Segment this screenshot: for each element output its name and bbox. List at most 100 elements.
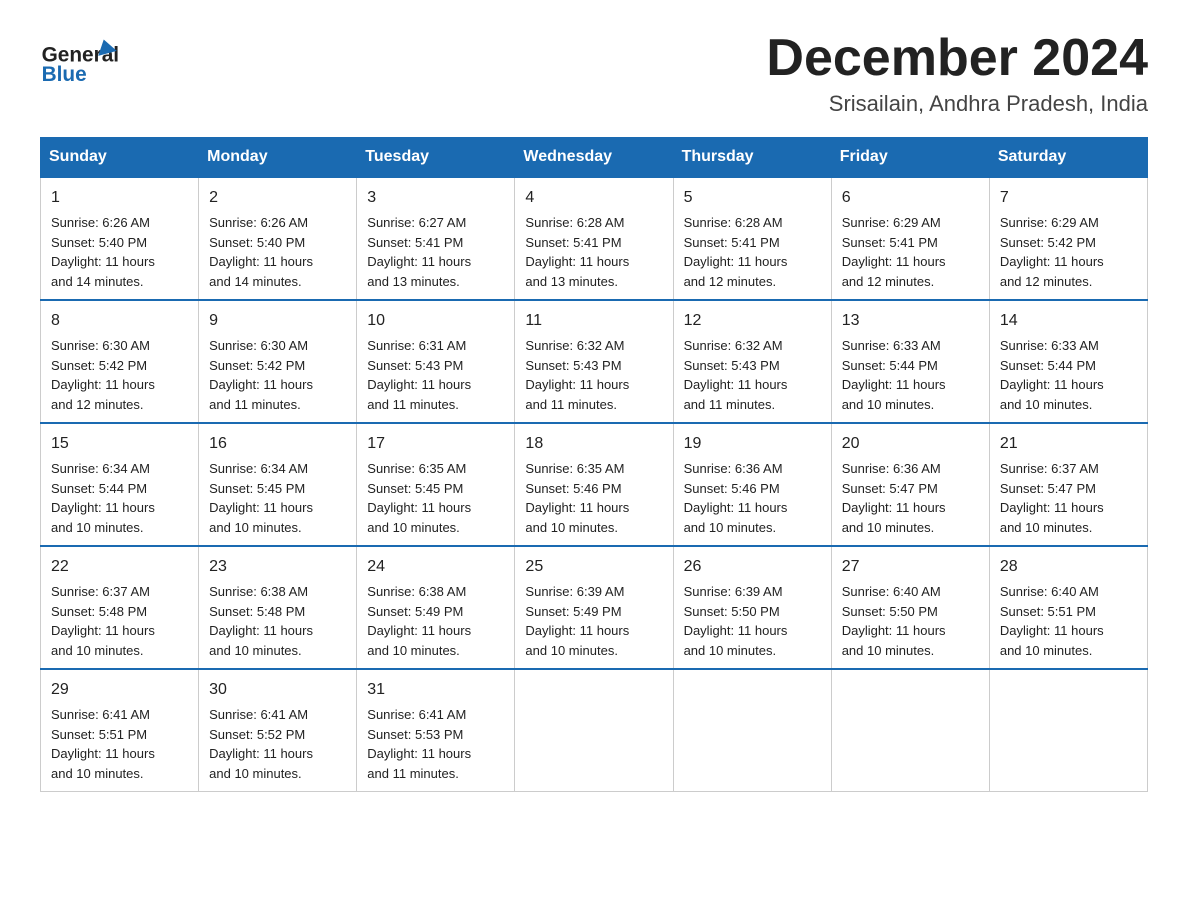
calendar-cell: 5 Sunrise: 6:28 AMSunset: 5:41 PMDaylight… xyxy=(673,177,831,300)
calendar-week-2: 8Sunrise: 6:30 AMSunset: 5:42 PMDaylight… xyxy=(41,300,1148,423)
calendar-cell: 10 Sunrise: 6:31 AMSunset: 5:43 PMDayligh… xyxy=(357,300,515,423)
month-title: December 2024 xyxy=(766,30,1148,87)
day-info: Sunrise: 6:41 AMSunset: 5:51 PMDaylight:… xyxy=(51,705,188,783)
svg-text:Blue: Blue xyxy=(42,63,87,86)
calendar-cell: 3 Sunrise: 6:27 AMSunset: 5:41 PMDaylight… xyxy=(357,177,515,300)
calendar-header-row: SundayMondayTuesdayWednesdayThursdayFrid… xyxy=(41,138,1148,178)
calendar-cell: 31 Sunrise: 6:41 AMSunset: 5:53 PMDayligh… xyxy=(357,669,515,792)
calendar-cell: 11Sunrise: 6:32 AMSunset: 5:43 PMDayligh… xyxy=(515,300,673,423)
calendar-cell: 13 Sunrise: 6:33 AMSunset: 5:44 PMDayligh… xyxy=(831,300,989,423)
calendar-cell: 26 Sunrise: 6:39 AMSunset: 5:50 PMDayligh… xyxy=(673,546,831,669)
day-number: 21 xyxy=(1000,432,1137,456)
calendar-cell xyxy=(831,669,989,792)
day-info: Sunrise: 6:39 AMSunset: 5:50 PMDaylight:… xyxy=(684,582,821,660)
day-info: Sunrise: 6:27 AMSunset: 5:41 PMDaylight:… xyxy=(367,213,504,291)
calendar-cell: 7Sunrise: 6:29 AMSunset: 5:42 PMDaylight… xyxy=(989,177,1147,300)
day-info: Sunrise: 6:30 AMSunset: 5:42 PMDaylight:… xyxy=(209,336,346,414)
day-number: 27 xyxy=(842,555,979,579)
calendar-cell: 17 Sunrise: 6:35 AMSunset: 5:45 PMDayligh… xyxy=(357,423,515,546)
day-number: 2 xyxy=(209,186,346,210)
day-info: Sunrise: 6:30 AMSunset: 5:42 PMDaylight:… xyxy=(51,336,188,414)
day-info: Sunrise: 6:41 AMSunset: 5:52 PMDaylight:… xyxy=(209,705,346,783)
day-info: Sunrise: 6:26 AMSunset: 5:40 PMDaylight:… xyxy=(51,213,188,291)
day-info: Sunrise: 6:31 AMSunset: 5:43 PMDaylight:… xyxy=(367,336,504,414)
day-info: Sunrise: 6:34 AMSunset: 5:44 PMDaylight:… xyxy=(51,459,188,537)
location-title: Srisailain, Andhra Pradesh, India xyxy=(766,91,1148,117)
day-number: 20 xyxy=(842,432,979,456)
day-info: Sunrise: 6:36 AMSunset: 5:46 PMDaylight:… xyxy=(684,459,821,537)
calendar-cell: 21 Sunrise: 6:37 AMSunset: 5:47 PMDayligh… xyxy=(989,423,1147,546)
day-header-saturday: Saturday xyxy=(989,138,1147,178)
day-number: 13 xyxy=(842,309,979,333)
calendar-cell: 22 Sunrise: 6:37 AMSunset: 5:48 PMDayligh… xyxy=(41,546,199,669)
day-number: 3 xyxy=(367,186,504,210)
day-info: Sunrise: 6:28 AMSunset: 5:41 PMDaylight:… xyxy=(684,213,821,291)
day-number: 28 xyxy=(1000,555,1137,579)
day-info: Sunrise: 6:26 AMSunset: 5:40 PMDaylight:… xyxy=(209,213,346,291)
day-header-tuesday: Tuesday xyxy=(357,138,515,178)
calendar-cell: 4Sunrise: 6:28 AMSunset: 5:41 PMDaylight… xyxy=(515,177,673,300)
day-number: 11 xyxy=(525,309,662,333)
day-number: 26 xyxy=(684,555,821,579)
calendar-cell: 1 Sunrise: 6:26 AMSunset: 5:40 PMDaylight… xyxy=(41,177,199,300)
calendar-cell: 18Sunrise: 6:35 AMSunset: 5:46 PMDayligh… xyxy=(515,423,673,546)
calendar-week-5: 29 Sunrise: 6:41 AMSunset: 5:51 PMDayligh… xyxy=(41,669,1148,792)
day-info: Sunrise: 6:36 AMSunset: 5:47 PMDaylight:… xyxy=(842,459,979,537)
calendar-cell: 27 Sunrise: 6:40 AMSunset: 5:50 PMDayligh… xyxy=(831,546,989,669)
day-number: 4 xyxy=(525,186,662,210)
calendar-cell xyxy=(673,669,831,792)
calendar-cell xyxy=(515,669,673,792)
day-number: 24 xyxy=(367,555,504,579)
day-info: Sunrise: 6:37 AMSunset: 5:48 PMDaylight:… xyxy=(51,582,188,660)
day-number: 14 xyxy=(1000,309,1137,333)
day-info: Sunrise: 6:29 AMSunset: 5:41 PMDaylight:… xyxy=(842,213,979,291)
calendar-cell: 2 Sunrise: 6:26 AMSunset: 5:40 PMDaylight… xyxy=(199,177,357,300)
day-number: 25 xyxy=(525,555,662,579)
day-info: Sunrise: 6:39 AMSunset: 5:49 PMDaylight:… xyxy=(525,582,662,660)
day-number: 1 xyxy=(51,186,188,210)
calendar-week-1: 1 Sunrise: 6:26 AMSunset: 5:40 PMDaylight… xyxy=(41,177,1148,300)
day-info: Sunrise: 6:41 AMSunset: 5:53 PMDaylight:… xyxy=(367,705,504,783)
day-number: 23 xyxy=(209,555,346,579)
day-number: 5 xyxy=(684,186,821,210)
day-number: 17 xyxy=(367,432,504,456)
day-number: 16 xyxy=(209,432,346,456)
day-info: Sunrise: 6:33 AMSunset: 5:44 PMDaylight:… xyxy=(1000,336,1137,414)
calendar-cell: 30 Sunrise: 6:41 AMSunset: 5:52 PMDayligh… xyxy=(199,669,357,792)
day-info: Sunrise: 6:35 AMSunset: 5:45 PMDaylight:… xyxy=(367,459,504,537)
day-info: Sunrise: 6:38 AMSunset: 5:49 PMDaylight:… xyxy=(367,582,504,660)
calendar-cell: 9Sunrise: 6:30 AMSunset: 5:42 PMDaylight… xyxy=(199,300,357,423)
day-number: 6 xyxy=(842,186,979,210)
day-info: Sunrise: 6:38 AMSunset: 5:48 PMDaylight:… xyxy=(209,582,346,660)
calendar-cell: 24 Sunrise: 6:38 AMSunset: 5:49 PMDayligh… xyxy=(357,546,515,669)
calendar-cell: 16Sunrise: 6:34 AMSunset: 5:45 PMDayligh… xyxy=(199,423,357,546)
day-header-sunday: Sunday xyxy=(41,138,199,178)
calendar-week-4: 22 Sunrise: 6:37 AMSunset: 5:48 PMDayligh… xyxy=(41,546,1148,669)
day-info: Sunrise: 6:35 AMSunset: 5:46 PMDaylight:… xyxy=(525,459,662,537)
calendar-cell: 20 Sunrise: 6:36 AMSunset: 5:47 PMDayligh… xyxy=(831,423,989,546)
day-number: 19 xyxy=(684,432,821,456)
day-info: Sunrise: 6:32 AMSunset: 5:43 PMDaylight:… xyxy=(684,336,821,414)
calendar-cell: 25 Sunrise: 6:39 AMSunset: 5:49 PMDayligh… xyxy=(515,546,673,669)
day-number: 22 xyxy=(51,555,188,579)
day-info: Sunrise: 6:40 AMSunset: 5:51 PMDaylight:… xyxy=(1000,582,1137,660)
calendar-cell: 15 Sunrise: 6:34 AMSunset: 5:44 PMDayligh… xyxy=(41,423,199,546)
calendar-cell: 28 Sunrise: 6:40 AMSunset: 5:51 PMDayligh… xyxy=(989,546,1147,669)
day-number: 12 xyxy=(684,309,821,333)
day-number: 31 xyxy=(367,678,504,702)
day-info: Sunrise: 6:33 AMSunset: 5:44 PMDaylight:… xyxy=(842,336,979,414)
calendar-cell: 19 Sunrise: 6:36 AMSunset: 5:46 PMDayligh… xyxy=(673,423,831,546)
day-info: Sunrise: 6:40 AMSunset: 5:50 PMDaylight:… xyxy=(842,582,979,660)
day-number: 15 xyxy=(51,432,188,456)
day-header-monday: Monday xyxy=(199,138,357,178)
day-number: 30 xyxy=(209,678,346,702)
day-header-wednesday: Wednesday xyxy=(515,138,673,178)
calendar-cell: 23 Sunrise: 6:38 AMSunset: 5:48 PMDayligh… xyxy=(199,546,357,669)
logo-area: General Blue xyxy=(40,30,120,90)
day-info: Sunrise: 6:37 AMSunset: 5:47 PMDaylight:… xyxy=(1000,459,1137,537)
day-number: 29 xyxy=(51,678,188,702)
calendar-cell xyxy=(989,669,1147,792)
day-number: 10 xyxy=(367,309,504,333)
calendar-cell: 6 Sunrise: 6:29 AMSunset: 5:41 PMDaylight… xyxy=(831,177,989,300)
calendar-cell: 14 Sunrise: 6:33 AMSunset: 5:44 PMDayligh… xyxy=(989,300,1147,423)
